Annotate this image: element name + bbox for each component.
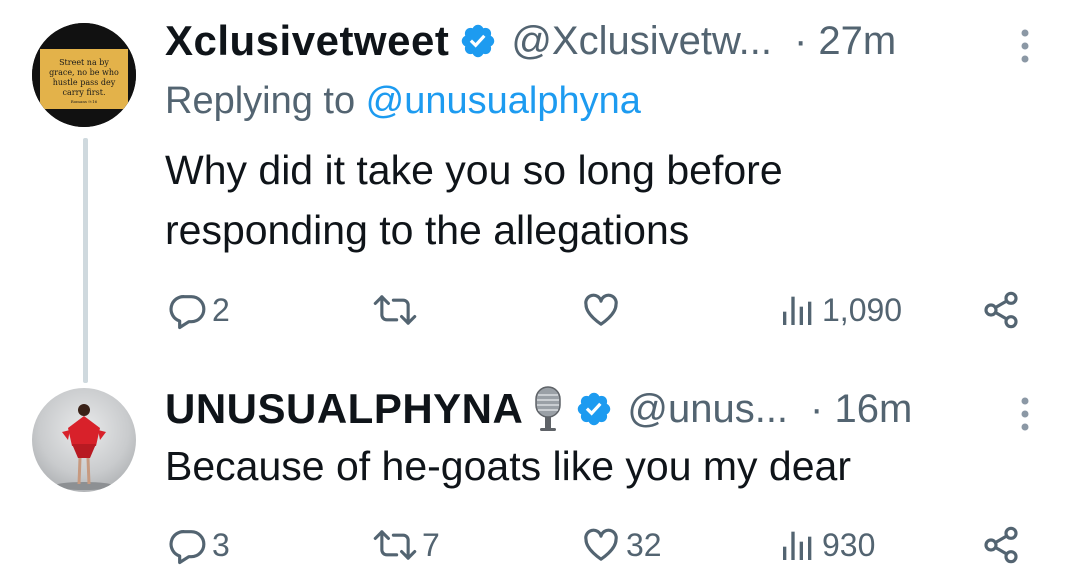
avatar-text-line: hustle pass dey: [53, 78, 116, 87]
verified-badge-icon: [459, 22, 497, 60]
avatar-text-line: Romans 9:16: [71, 99, 98, 104]
views-icon: [783, 296, 812, 325]
reply-button[interactable]: 3: [168, 525, 230, 565]
reply-icon: [169, 295, 206, 330]
timestamp[interactable]: · 16m: [810, 387, 912, 432]
avatar-text-line: Street na by: [59, 58, 109, 67]
reply-button[interactable]: 2: [168, 290, 230, 330]
tweet-header: Xclusivetweet @Xclusivetw... · 27m: [165, 17, 896, 65]
thread-connector-line: [83, 138, 88, 383]
views-button[interactable]: 1,090: [778, 290, 902, 330]
retweet-icon: [373, 295, 417, 325]
user-handle[interactable]: @unus...: [627, 387, 788, 432]
like-count: 32: [626, 526, 662, 563]
reply-count: 3: [212, 526, 230, 563]
user-handle[interactable]: @Xclusivetw...: [511, 19, 772, 64]
views-count: 930: [822, 526, 876, 563]
more-vertical-icon[interactable]: [1020, 28, 1030, 64]
display-name[interactable]: UNUSUALPHYNA: [165, 385, 523, 433]
share-icon: [984, 291, 1018, 329]
avatar-text-line: grace, no be who: [49, 68, 119, 77]
tweet-header: UNUSUALPHYNA @unus... · 16m: [165, 385, 912, 433]
retweet-icon: [373, 530, 417, 560]
replying-to-line: Replying to @unusualphyna: [165, 80, 641, 123]
verified-badge-icon: [575, 390, 613, 428]
retweet-button[interactable]: [372, 290, 422, 330]
avatar[interactable]: Street na by grace, no be who hustle pas…: [32, 23, 136, 127]
share-icon: [984, 526, 1018, 564]
microphone-icon: [531, 385, 565, 433]
heart-icon: [584, 293, 618, 326]
timestamp[interactable]: · 27m: [794, 19, 896, 64]
tweet-text: Because of he-goats like you my dear: [165, 443, 851, 489]
avatar-text-line: carry first.: [63, 88, 106, 97]
replying-to-mention[interactable]: @unusualphyna: [366, 80, 641, 122]
avatar[interactable]: [32, 388, 136, 492]
display-name[interactable]: Xclusivetweet: [165, 17, 449, 65]
reply-count: 2: [212, 291, 230, 328]
like-button[interactable]: 32: [580, 525, 662, 565]
more-vertical-icon[interactable]: [1020, 396, 1030, 432]
tweet-text: Why did it take you so long before respo…: [165, 147, 783, 253]
heart-icon: [584, 528, 618, 561]
share-button[interactable]: [980, 290, 1022, 330]
retweet-count: 7: [422, 526, 440, 563]
share-button[interactable]: [980, 525, 1022, 565]
views-button[interactable]: 930: [778, 525, 875, 565]
replying-to-label: Replying to: [165, 80, 366, 122]
views-icon: [783, 531, 812, 560]
retweet-button[interactable]: 7: [372, 525, 440, 565]
reply-icon: [169, 530, 206, 565]
like-button[interactable]: [580, 290, 626, 330]
views-count: 1,090: [822, 291, 903, 328]
